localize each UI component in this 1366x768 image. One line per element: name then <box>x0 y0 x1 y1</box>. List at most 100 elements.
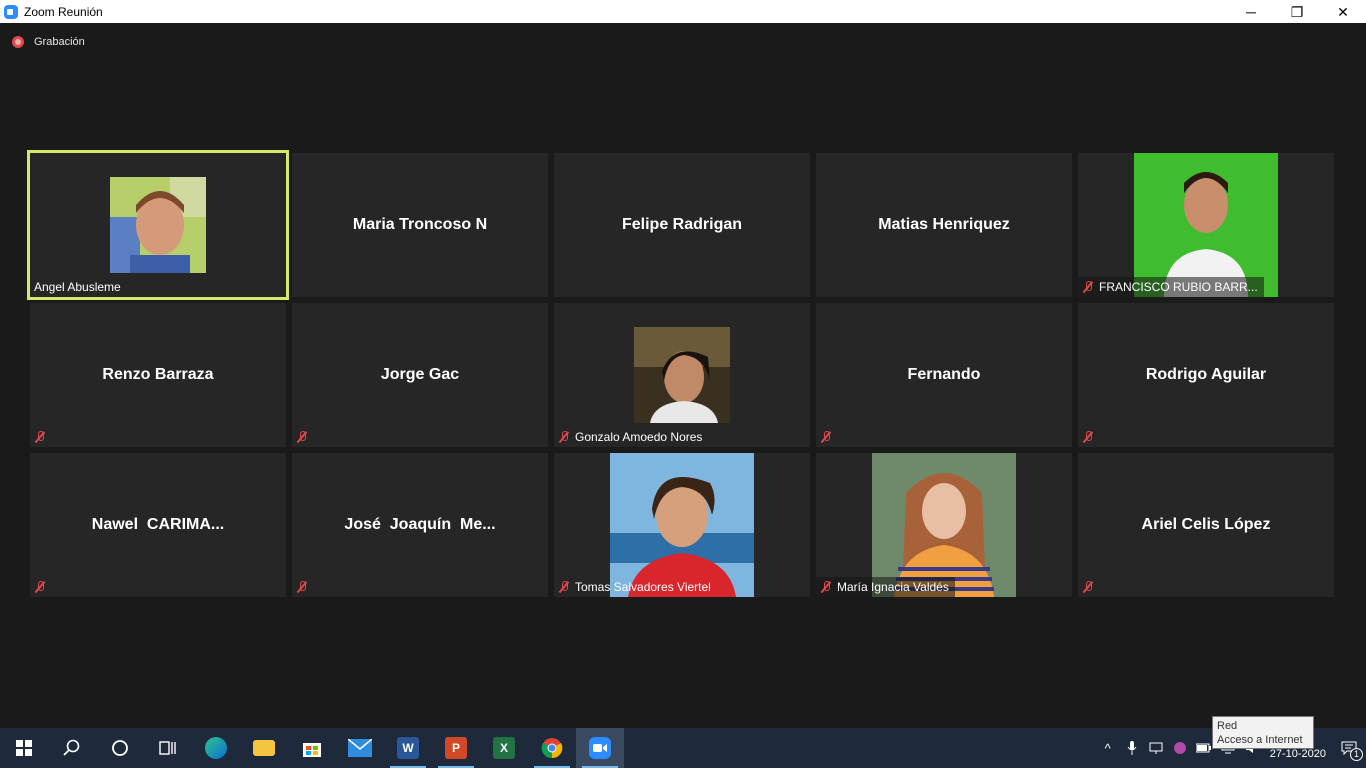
store-app[interactable] <box>288 728 336 768</box>
tooltip-title: Red <box>1217 720 1238 732</box>
video-feed-angel <box>110 177 206 273</box>
participant-name: Nawel CARIMA... <box>91 516 225 533</box>
cortana-button[interactable] <box>96 728 144 768</box>
camera-icon <box>593 744 607 752</box>
participant-label <box>292 427 319 447</box>
search-icon <box>63 739 80 756</box>
zoom-app[interactable] <box>576 728 624 768</box>
excel-icon: X <box>493 737 515 759</box>
participant-tile-jorge[interactable]: Jorge Gac <box>292 303 548 447</box>
participant-tile-maria-ignacia[interactable]: María Ignacia Valdés <box>816 453 1072 597</box>
video-feed-francisco <box>1134 153 1278 297</box>
muted-mic-icon <box>1082 281 1094 293</box>
recording-label: Grabación <box>34 36 85 48</box>
muted-mic-icon <box>558 581 570 593</box>
participant-name: Felipe Radrigan <box>621 216 743 233</box>
muted-mic-icon <box>558 431 570 443</box>
notification-count-badge: 1 <box>1350 748 1363 761</box>
muted-mic-icon <box>34 581 46 593</box>
folder-icon <box>253 740 275 756</box>
network-device-icon[interactable] <box>1144 728 1168 768</box>
muted-mic-icon <box>34 431 46 443</box>
edge-app[interactable] <box>192 728 240 768</box>
windows-taskbar: W P X ^ 27-10-2020 1 <box>0 728 1366 768</box>
muted-mic-icon <box>820 581 832 593</box>
clock-date: 27-10-2020 <box>1269 748 1326 760</box>
participant-name: María Ignacia Valdés <box>837 580 949 594</box>
participant-tile-rodrigo[interactable]: Rodrigo Aguilar <box>1078 303 1334 447</box>
app-tray-icon[interactable] <box>1168 728 1192 768</box>
participant-label: Angel Abusleme <box>30 277 127 297</box>
participant-label <box>816 427 843 447</box>
close-button[interactable]: ✕ <box>1320 0 1366 23</box>
mail-app[interactable] <box>336 728 384 768</box>
participant-name: Renzo Barraza <box>102 366 214 383</box>
tooltip-status: Acceso a Internet <box>1217 734 1303 746</box>
recording-indicator[interactable]: Grabación <box>12 36 85 48</box>
file-explorer-app[interactable] <box>240 728 288 768</box>
video-feed-maria-ignacia <box>872 453 1016 597</box>
video-feed-tomas <box>610 453 754 597</box>
minimize-button[interactable]: ─ <box>1228 0 1274 23</box>
start-button[interactable] <box>0 728 48 768</box>
chrome-app[interactable] <box>528 728 576 768</box>
participant-tile-ariel[interactable]: Ariel Celis López <box>1078 453 1334 597</box>
muted-mic-icon <box>820 431 832 443</box>
chevron-up-icon[interactable]: ^ <box>1096 728 1120 768</box>
participant-label <box>1078 427 1105 447</box>
participant-name: Angel Abusleme <box>34 280 121 294</box>
muted-mic-icon <box>296 431 308 443</box>
participant-name: Jorge Gac <box>380 366 460 383</box>
restore-button[interactable]: ❐ <box>1274 0 1320 23</box>
participant-name: Rodrigo Aguilar <box>1145 366 1267 383</box>
muted-mic-icon <box>296 581 308 593</box>
word-app[interactable]: W <box>384 728 432 768</box>
participant-tile-nawel[interactable]: Nawel CARIMA... <box>30 453 286 597</box>
gallery-grid: Angel Abusleme Maria Troncoso N Felipe R… <box>27 150 1334 597</box>
participant-tile-felipe[interactable]: Felipe Radrigan <box>554 153 810 297</box>
participant-name: Fernando <box>907 366 981 383</box>
participant-label: Gonzalo Amoedo Nores <box>554 427 708 447</box>
participant-tile-renzo[interactable]: Renzo Barraza <box>30 303 286 447</box>
participant-tile-fernando[interactable]: Fernando <box>816 303 1072 447</box>
participant-tile-matias[interactable]: Matias Henriquez <box>816 153 1072 297</box>
participant-tile-tomas[interactable]: Tomas Salvadores Viertel <box>554 453 810 597</box>
window-titlebar: Zoom Reunión ─ ❐ ✕ <box>0 0 1366 23</box>
microphone-icon[interactable] <box>1120 728 1144 768</box>
participant-name: Gonzalo Amoedo Nores <box>575 430 703 444</box>
muted-mic-icon <box>1082 431 1094 443</box>
powerpoint-icon: P <box>445 737 467 759</box>
participant-label <box>292 577 319 597</box>
participant-tile-francisco[interactable]: FRANCISCO RUBIO BARR... <box>1078 153 1334 297</box>
participant-name: Maria Troncoso N <box>352 216 488 233</box>
participant-tile-jose-joaquin[interactable]: José Joaquín Me... <box>292 453 548 597</box>
store-icon <box>303 743 321 757</box>
muted-mic-icon <box>1082 581 1094 593</box>
video-feed-gonzalo <box>634 327 730 423</box>
record-icon <box>12 36 24 48</box>
participant-name: Matias Henriquez <box>878 216 1010 233</box>
notification-center-icon[interactable]: 1 <box>1332 728 1366 768</box>
powerpoint-app[interactable]: P <box>432 728 480 768</box>
chrome-icon <box>541 738 563 759</box>
participant-tile-angel[interactable]: Angel Abusleme <box>27 150 289 300</box>
cortana-icon <box>112 740 128 756</box>
participant-name: José Joaquín Me... <box>344 516 496 533</box>
mail-icon <box>348 739 372 757</box>
task-view-button[interactable] <box>144 728 192 768</box>
windows-logo-icon <box>16 740 32 756</box>
participant-tile-maria-troncoso[interactable]: Maria Troncoso N <box>292 153 548 297</box>
window-controls: ─ ❐ ✕ <box>1228 0 1366 23</box>
participant-label: FRANCISCO RUBIO BARR... <box>1078 277 1264 297</box>
participant-label <box>30 577 57 597</box>
participant-tile-gonzalo[interactable]: Gonzalo Amoedo Nores <box>554 303 810 447</box>
participant-label <box>30 427 57 447</box>
search-button[interactable] <box>48 728 96 768</box>
participant-name: Tomas Salvadores Viertel <box>575 580 711 594</box>
window-title: Zoom Reunión <box>24 4 103 19</box>
network-tooltip: Red Acceso a Internet <box>1212 716 1314 749</box>
word-icon: W <box>397 737 419 759</box>
excel-app[interactable]: X <box>480 728 528 768</box>
participant-label <box>1078 577 1105 597</box>
participant-name: FRANCISCO RUBIO BARR... <box>1099 280 1258 294</box>
